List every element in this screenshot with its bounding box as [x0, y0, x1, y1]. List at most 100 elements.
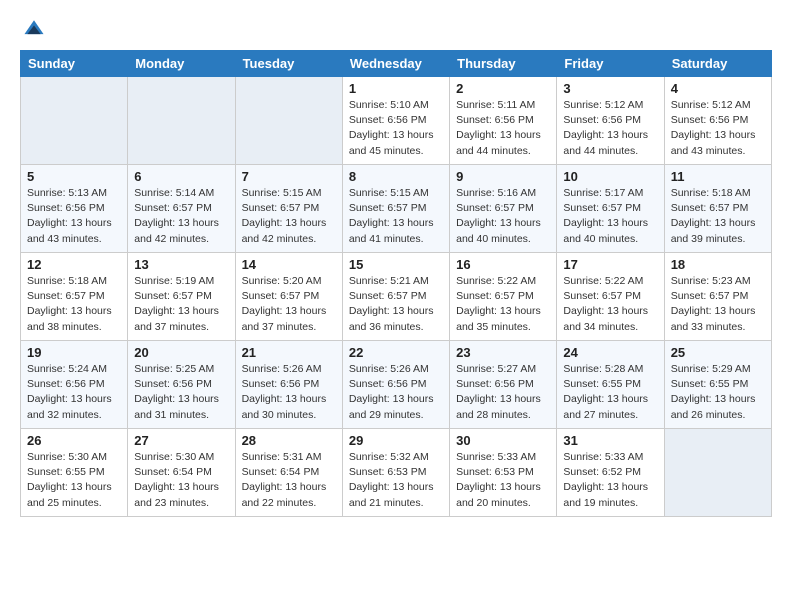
calendar-cell: 14 Sunrise: 5:20 AM Sunset: 6:57 PM Dayli… [235, 253, 342, 341]
calendar-cell: 26Sunrise: 5:30 AM Sunset: 6:55 PM Dayli… [21, 429, 128, 517]
calendar-cell: 19 Sunrise: 5:24 AM Sunset: 6:56 PM Dayli… [21, 341, 128, 429]
day-number: 20 [134, 345, 228, 360]
calendar-cell: 21 Sunrise: 5:26 AM Sunset: 6:56 PM Dayli… [235, 341, 342, 429]
day-info: Sunrise: 5:24 AM Sunset: 6:56 PM Dayligh… [27, 362, 121, 423]
weekday-header-sunday: Sunday [21, 51, 128, 77]
day-info: Sunrise: 5:18 AM Sunset: 6:57 PM Dayligh… [671, 186, 765, 247]
day-number: 23 [456, 345, 550, 360]
calendar-cell: 9 Sunrise: 5:16 AM Sunset: 6:57 PM Daylig… [450, 165, 557, 253]
calendar-cell: 30 Sunrise: 5:33 AM Sunset: 6:53 PM Dayli… [450, 429, 557, 517]
day-info: Sunrise: 5:13 AM Sunset: 6:56 PM Dayligh… [27, 186, 121, 247]
week-row-0: 1 Sunrise: 5:10 AM Sunset: 6:56 PM Daylig… [21, 77, 772, 165]
weekday-header-monday: Monday [128, 51, 235, 77]
day-number: 24 [563, 345, 657, 360]
calendar-cell: 24Sunrise: 5:28 AM Sunset: 6:55 PM Dayli… [557, 341, 664, 429]
calendar-cell: 6 Sunrise: 5:14 AM Sunset: 6:57 PM Daylig… [128, 165, 235, 253]
day-number: 5 [27, 169, 121, 184]
day-info: Sunrise: 5:12 AM Sunset: 6:56 PM Dayligh… [563, 98, 657, 159]
week-row-4: 26Sunrise: 5:30 AM Sunset: 6:55 PM Dayli… [21, 429, 772, 517]
day-info: Sunrise: 5:25 AM Sunset: 6:56 PM Dayligh… [134, 362, 228, 423]
day-number: 28 [242, 433, 336, 448]
day-number: 9 [456, 169, 550, 184]
weekday-header-thursday: Thursday [450, 51, 557, 77]
calendar-cell: 15Sunrise: 5:21 AM Sunset: 6:57 PM Dayli… [342, 253, 449, 341]
weekday-header-saturday: Saturday [664, 51, 771, 77]
page: SundayMondayTuesdayWednesdayThursdayFrid… [0, 0, 792, 527]
calendar-cell: 29 Sunrise: 5:32 AM Sunset: 6:53 PM Dayli… [342, 429, 449, 517]
calendar-cell: 5 Sunrise: 5:13 AM Sunset: 6:56 PM Daylig… [21, 165, 128, 253]
calendar-cell: 8 Sunrise: 5:15 AM Sunset: 6:57 PM Daylig… [342, 165, 449, 253]
day-number: 18 [671, 257, 765, 272]
calendar-cell: 31Sunrise: 5:33 AM Sunset: 6:52 PM Dayli… [557, 429, 664, 517]
calendar-cell: 1 Sunrise: 5:10 AM Sunset: 6:56 PM Daylig… [342, 77, 449, 165]
calendar-cell: 18 Sunrise: 5:23 AM Sunset: 6:57 PM Dayli… [664, 253, 771, 341]
day-info: Sunrise: 5:30 AM Sunset: 6:54 PM Dayligh… [134, 450, 228, 511]
calendar-cell: 16 Sunrise: 5:22 AM Sunset: 6:57 PM Dayli… [450, 253, 557, 341]
calendar-cell: 7 Sunrise: 5:15 AM Sunset: 6:57 PM Daylig… [235, 165, 342, 253]
week-row-2: 12 Sunrise: 5:18 AM Sunset: 6:57 PM Dayli… [21, 253, 772, 341]
calendar-cell [128, 77, 235, 165]
calendar-cell: 23 Sunrise: 5:27 AM Sunset: 6:56 PM Dayli… [450, 341, 557, 429]
day-info: Sunrise: 5:29 AM Sunset: 6:55 PM Dayligh… [671, 362, 765, 423]
day-number: 12 [27, 257, 121, 272]
day-number: 2 [456, 81, 550, 96]
day-number: 16 [456, 257, 550, 272]
calendar-cell [235, 77, 342, 165]
day-number: 6 [134, 169, 228, 184]
calendar-cell: 27 Sunrise: 5:30 AM Sunset: 6:54 PM Dayli… [128, 429, 235, 517]
day-info: Sunrise: 5:16 AM Sunset: 6:57 PM Dayligh… [456, 186, 550, 247]
calendar-cell: 25Sunrise: 5:29 AM Sunset: 6:55 PM Dayli… [664, 341, 771, 429]
week-row-1: 5 Sunrise: 5:13 AM Sunset: 6:56 PM Daylig… [21, 165, 772, 253]
day-info: Sunrise: 5:32 AM Sunset: 6:53 PM Dayligh… [349, 450, 443, 511]
weekday-header-wednesday: Wednesday [342, 51, 449, 77]
day-number: 17 [563, 257, 657, 272]
day-number: 21 [242, 345, 336, 360]
calendar-cell [21, 77, 128, 165]
day-info: Sunrise: 5:27 AM Sunset: 6:56 PM Dayligh… [456, 362, 550, 423]
day-info: Sunrise: 5:26 AM Sunset: 6:56 PM Dayligh… [242, 362, 336, 423]
day-info: Sunrise: 5:22 AM Sunset: 6:57 PM Dayligh… [563, 274, 657, 335]
day-number: 19 [27, 345, 121, 360]
day-number: 27 [134, 433, 228, 448]
day-info: Sunrise: 5:17 AM Sunset: 6:57 PM Dayligh… [563, 186, 657, 247]
day-info: Sunrise: 5:15 AM Sunset: 6:57 PM Dayligh… [349, 186, 443, 247]
day-number: 26 [27, 433, 121, 448]
day-info: Sunrise: 5:18 AM Sunset: 6:57 PM Dayligh… [27, 274, 121, 335]
day-number: 3 [563, 81, 657, 96]
calendar-cell: 17 Sunrise: 5:22 AM Sunset: 6:57 PM Dayli… [557, 253, 664, 341]
day-info: Sunrise: 5:23 AM Sunset: 6:57 PM Dayligh… [671, 274, 765, 335]
day-number: 31 [563, 433, 657, 448]
calendar-cell: 20 Sunrise: 5:25 AM Sunset: 6:56 PM Dayli… [128, 341, 235, 429]
day-info: Sunrise: 5:14 AM Sunset: 6:57 PM Dayligh… [134, 186, 228, 247]
calendar-cell: 12 Sunrise: 5:18 AM Sunset: 6:57 PM Dayli… [21, 253, 128, 341]
calendar-cell: 10 Sunrise: 5:17 AM Sunset: 6:57 PM Dayli… [557, 165, 664, 253]
day-number: 4 [671, 81, 765, 96]
day-number: 10 [563, 169, 657, 184]
day-number: 1 [349, 81, 443, 96]
day-info: Sunrise: 5:26 AM Sunset: 6:56 PM Dayligh… [349, 362, 443, 423]
day-info: Sunrise: 5:22 AM Sunset: 6:57 PM Dayligh… [456, 274, 550, 335]
weekday-header-friday: Friday [557, 51, 664, 77]
calendar-cell: 22Sunrise: 5:26 AM Sunset: 6:56 PM Dayli… [342, 341, 449, 429]
day-info: Sunrise: 5:33 AM Sunset: 6:53 PM Dayligh… [456, 450, 550, 511]
calendar: SundayMondayTuesdayWednesdayThursdayFrid… [20, 50, 772, 517]
day-info: Sunrise: 5:11 AM Sunset: 6:56 PM Dayligh… [456, 98, 550, 159]
day-number: 11 [671, 169, 765, 184]
day-number: 30 [456, 433, 550, 448]
day-info: Sunrise: 5:20 AM Sunset: 6:57 PM Dayligh… [242, 274, 336, 335]
calendar-cell: 4 Sunrise: 5:12 AM Sunset: 6:56 PM Daylig… [664, 77, 771, 165]
day-info: Sunrise: 5:15 AM Sunset: 6:57 PM Dayligh… [242, 186, 336, 247]
header [20, 18, 772, 40]
day-number: 7 [242, 169, 336, 184]
day-info: Sunrise: 5:12 AM Sunset: 6:56 PM Dayligh… [671, 98, 765, 159]
day-number: 29 [349, 433, 443, 448]
day-number: 14 [242, 257, 336, 272]
calendar-cell [664, 429, 771, 517]
calendar-cell: 11 Sunrise: 5:18 AM Sunset: 6:57 PM Dayli… [664, 165, 771, 253]
calendar-cell: 2 Sunrise: 5:11 AM Sunset: 6:56 PM Daylig… [450, 77, 557, 165]
weekday-header-tuesday: Tuesday [235, 51, 342, 77]
day-number: 13 [134, 257, 228, 272]
day-number: 8 [349, 169, 443, 184]
day-info: Sunrise: 5:10 AM Sunset: 6:56 PM Dayligh… [349, 98, 443, 159]
logo-icon [23, 18, 45, 40]
